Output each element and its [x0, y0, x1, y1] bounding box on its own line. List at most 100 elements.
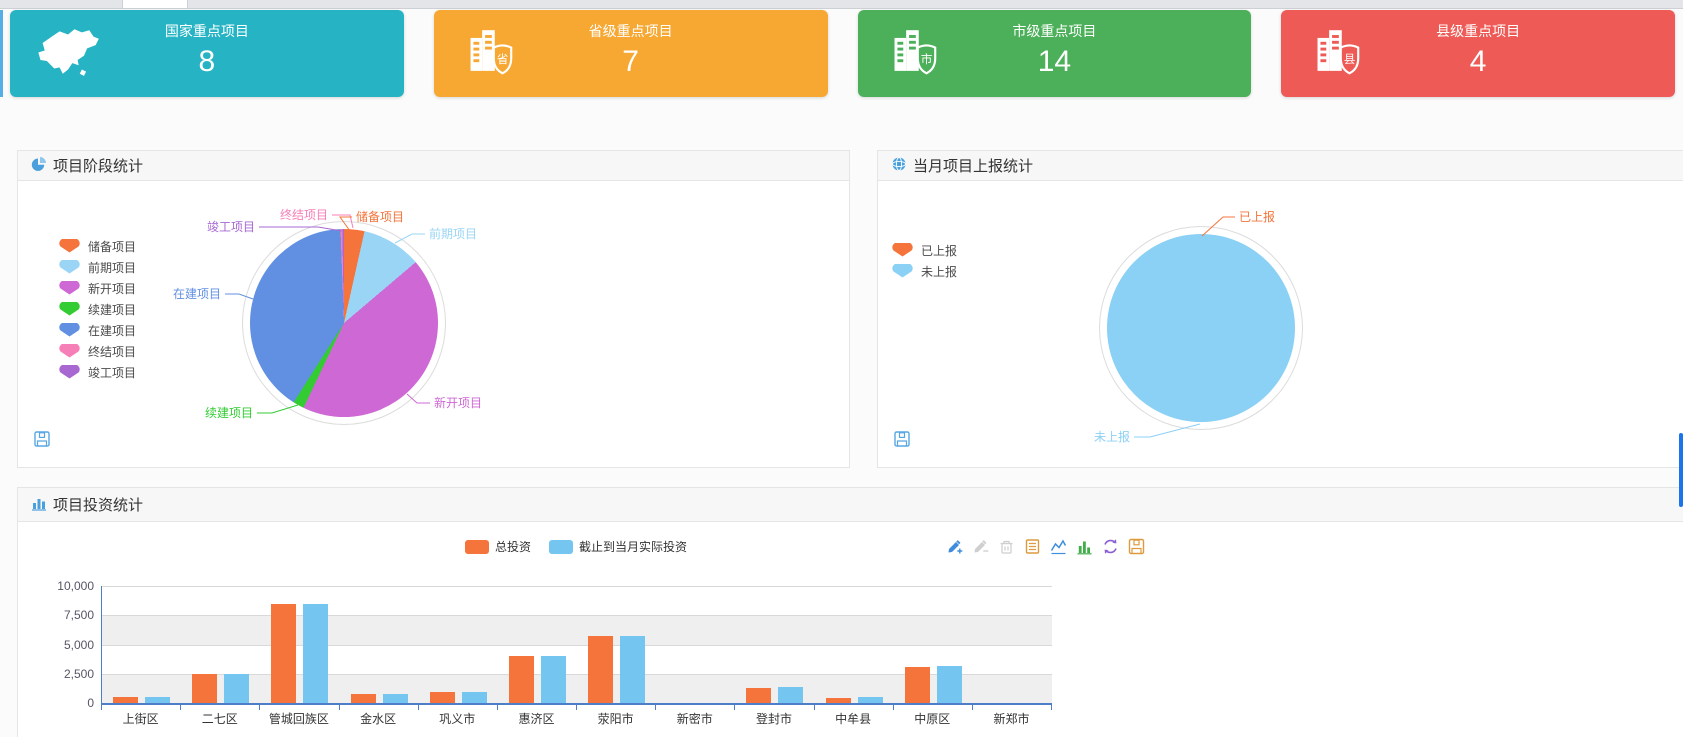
bar-group: [894, 666, 973, 703]
browser-tab-strip[interactable]: [0, 0, 1683, 9]
panel-title: 项目阶段统计: [53, 155, 143, 176]
legend-item[interactable]: 新开项目: [59, 281, 136, 295]
bar[interactable]: [145, 697, 170, 703]
y-axis-label: 5,000: [22, 638, 94, 652]
bar-chart-plot[interactable]: [101, 586, 1052, 705]
report-pie-legend: 已上报未上报: [892, 243, 957, 285]
bar-group: [498, 656, 577, 703]
bar-group: [102, 697, 181, 703]
panel-investment: 项目投资统计 总投资 截止到当月实际投资 0 2,500 5,000 7,500 10,0…: [17, 487, 1683, 737]
save-image-icon[interactable]: [894, 431, 910, 452]
panel-project-stage: 项目阶段统计 储备项目前期项目新开项目续建项目在建项目终结项目竣工项目 竣工项目…: [17, 150, 850, 468]
bar[interactable]: [746, 688, 771, 703]
pie-label: 前期项目: [429, 226, 477, 241]
stat-cards-row: 国家重点项目 8 省 省级重点项目 7: [10, 10, 1675, 97]
data-view-icon[interactable]: [1024, 538, 1041, 555]
bar[interactable]: [303, 604, 328, 703]
x-axis-label: 新密市: [655, 710, 734, 727]
bar-group: [340, 694, 419, 703]
dashboard-screen: 国家重点项目 8 省 省级重点项目 7: [0, 0, 1683, 737]
stat-card-county[interactable]: 县 县级重点项目 4: [1281, 10, 1675, 97]
pie-label: 已上报: [1239, 209, 1275, 224]
bar[interactable]: [588, 636, 613, 703]
bar-chart-legend: 总投资 截止到当月实际投资: [101, 538, 1051, 555]
restore-icon[interactable]: [1102, 538, 1119, 555]
bar[interactable]: [383, 694, 408, 703]
legend-item[interactable]: 前期项目: [59, 260, 136, 274]
card-value: 4: [1281, 44, 1675, 80]
x-axis-label: 中牟县: [814, 710, 893, 727]
legend-item[interactable]: 续建项目: [59, 302, 136, 316]
save-image-icon[interactable]: [1128, 538, 1145, 555]
brush-add-icon[interactable]: [946, 538, 963, 555]
card-value: 14: [858, 44, 1252, 80]
panel-title: 项目投资统计: [53, 494, 143, 515]
bar-group: [577, 636, 656, 703]
y-axis-label: 0: [22, 696, 94, 710]
bar-group: [260, 604, 339, 703]
panel-monthly-report: 当月项目上报统计 已上报未上报 已上报未上报: [877, 150, 1683, 468]
switch-line-chart-icon[interactable]: [1050, 538, 1067, 555]
bar[interactable]: [620, 636, 645, 703]
save-image-icon[interactable]: [34, 431, 50, 452]
pie-label: 未上报: [1094, 429, 1130, 444]
legend-item[interactable]: 竣工项目: [59, 365, 136, 379]
stat-card-national[interactable]: 国家重点项目 8: [10, 10, 404, 97]
y-axis-label: 2,500: [22, 667, 94, 681]
scrollbar-thumb[interactable]: [1679, 433, 1683, 507]
bar[interactable]: [271, 604, 296, 703]
pie-label: 终结项目: [280, 207, 328, 222]
y-axis-label: 7,500: [22, 608, 94, 622]
stat-card-provincial[interactable]: 省 省级重点项目 7: [434, 10, 828, 97]
legend-item[interactable]: 已上报: [892, 243, 957, 257]
card-value: 8: [10, 44, 404, 80]
bar[interactable]: [224, 674, 249, 703]
x-axis-labels: 上街区二七区管城回族区金水区巩义市惠济区荥阳市新密市登封市中牟县中原区新郑市: [101, 710, 1051, 727]
brush-remove-icon[interactable]: [972, 538, 989, 555]
stat-card-municipal[interactable]: 市 市级重点项目 14: [858, 10, 1252, 97]
y-axis-label: 10,000: [22, 579, 94, 593]
legend-item[interactable]: 终结项目: [59, 344, 136, 358]
card-title: 市级重点项目: [858, 21, 1252, 41]
bar[interactable]: [778, 687, 803, 703]
stage-pie-chart[interactable]: [250, 229, 438, 417]
legend-item[interactable]: 总投资: [465, 538, 531, 555]
bar-group: [735, 687, 814, 703]
pie-chart-icon: [31, 156, 47, 176]
brush-clear-icon[interactable]: [998, 538, 1015, 555]
bar[interactable]: [858, 697, 883, 703]
bar[interactable]: [113, 697, 138, 703]
legend-item[interactable]: 截止到当月实际投资: [549, 538, 687, 555]
pie-label: 新开项目: [434, 395, 482, 410]
bar[interactable]: [430, 692, 455, 703]
panel-title: 当月项目上报统计: [913, 155, 1033, 176]
x-axis-label: 惠济区: [497, 710, 576, 727]
legend-item[interactable]: 储备项目: [59, 239, 136, 253]
bar[interactable]: [826, 698, 851, 703]
x-axis-label: 二七区: [180, 710, 259, 727]
bar[interactable]: [509, 656, 534, 703]
legend-item[interactable]: 未上报: [892, 264, 957, 278]
pie-label: 在建项目: [173, 287, 221, 301]
bar[interactable]: [541, 656, 566, 703]
clipped-card-edge: [0, 10, 3, 97]
x-axis-label: 中原区: [893, 710, 972, 727]
pie-label: 续建项目: [205, 406, 253, 420]
x-axis-label: 新郑市: [972, 710, 1051, 727]
x-axis-label: 金水区: [339, 710, 418, 727]
bar[interactable]: [462, 692, 487, 703]
card-value: 7: [434, 44, 828, 80]
bar-group: [419, 692, 498, 703]
legend-item[interactable]: 在建项目: [59, 323, 136, 337]
bar[interactable]: [905, 667, 930, 703]
report-pie-chart[interactable]: [1107, 234, 1295, 422]
stage-pie-legend: 储备项目前期项目新开项目续建项目在建项目终结项目竣工项目: [59, 239, 136, 386]
active-tab-edge[interactable]: [122, 0, 188, 8]
globe-icon: [891, 156, 907, 176]
bar[interactable]: [192, 674, 217, 703]
x-axis-label: 上街区: [101, 710, 180, 727]
card-title: 县级重点项目: [1281, 21, 1675, 41]
switch-bar-chart-icon[interactable]: [1076, 538, 1093, 555]
bar[interactable]: [351, 694, 376, 703]
bar[interactable]: [937, 666, 962, 703]
